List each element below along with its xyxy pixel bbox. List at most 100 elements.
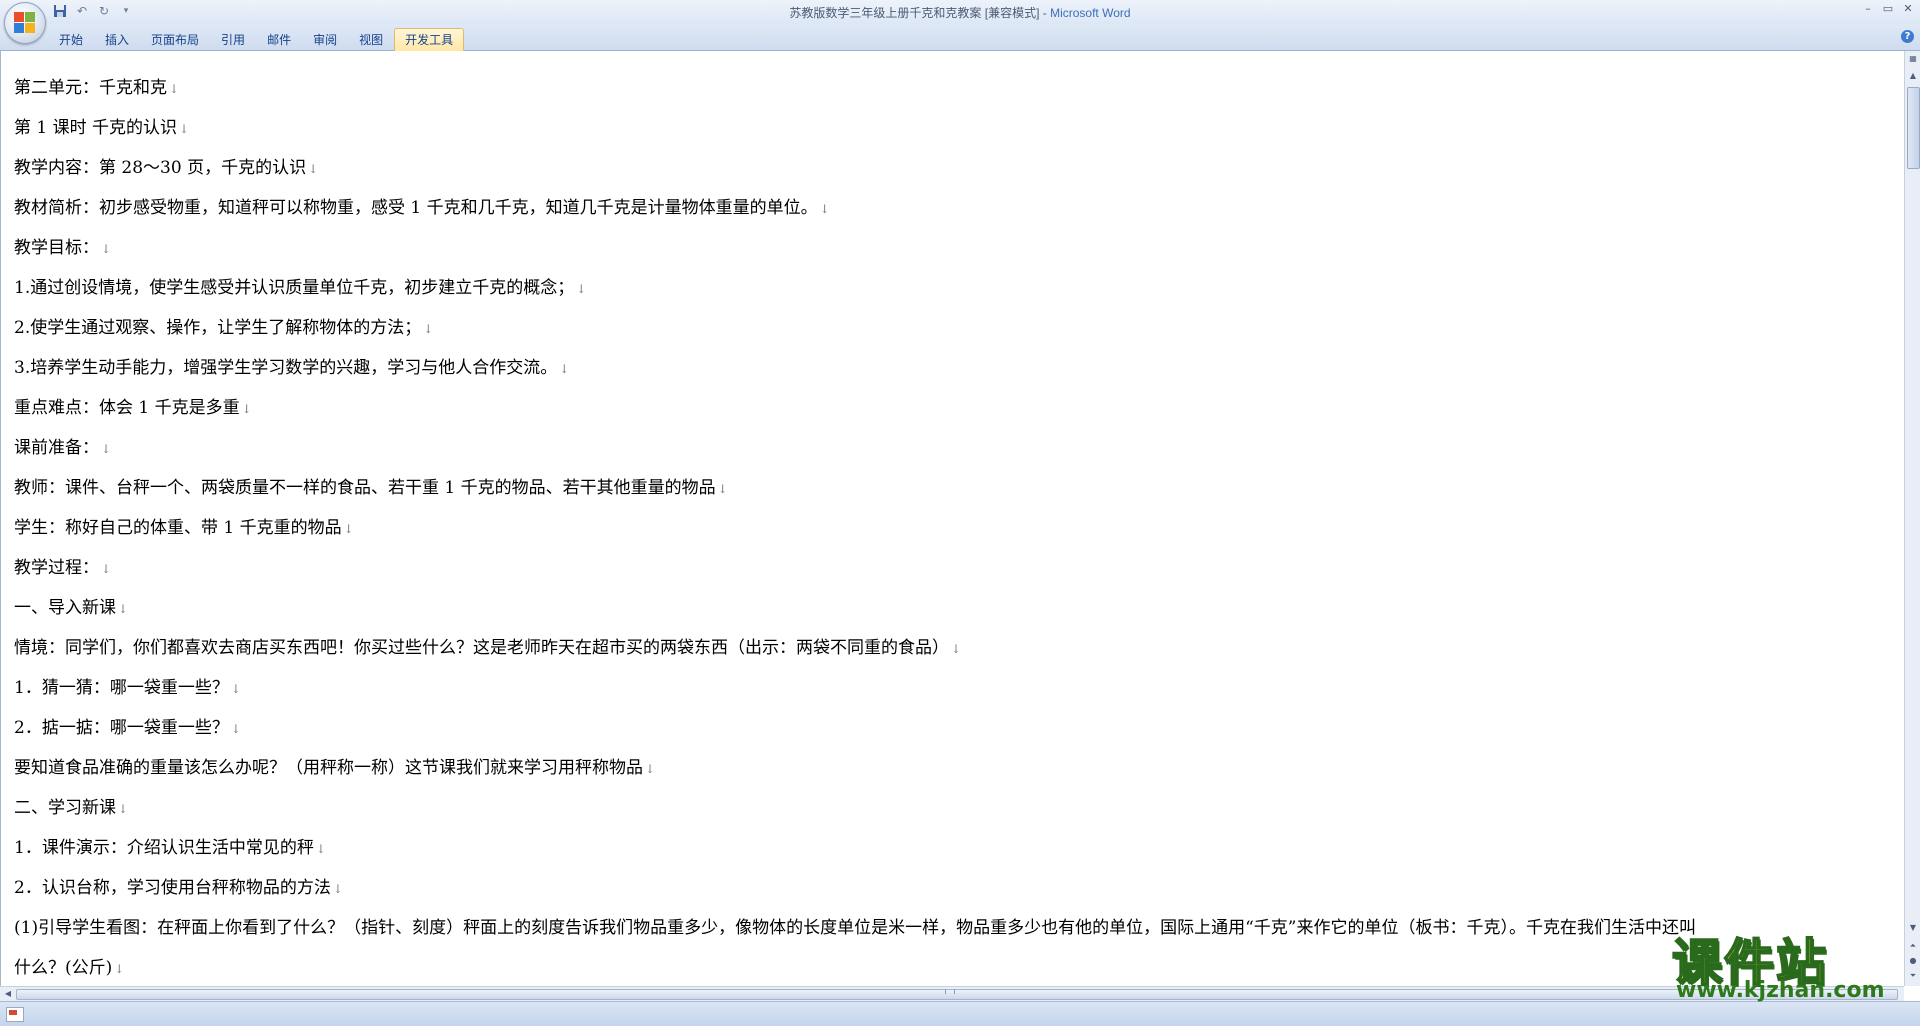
line-text: 教学目标： — [14, 238, 99, 258]
watermark-logo: 课件站 www.kjzhan.com — [1668, 923, 1900, 1003]
paragraph-mark-icon: ↓ — [559, 362, 570, 376]
vertical-scrollbar[interactable]: ▦ ▲ ▼ ⏶ ● ⏷ — [1904, 51, 1920, 986]
office-logo-icon — [14, 12, 36, 34]
tab-mailings[interactable]: 邮件 — [256, 28, 302, 52]
document-line: 2．认识台称，学习使用台秤称物品的方法 ↓ — [14, 873, 343, 898]
paragraph-mark-icon: ↓ — [315, 842, 326, 856]
window-title: 苏教版数学三年级上册千克和克教案 [兼容模式] - Microsoft Word — [789, 6, 1131, 20]
tab-developer[interactable]: 开发工具 — [394, 28, 465, 52]
document-line: 1.通过创设情境，使学生感受并认识质量单位千克，初步建立千克的概念； ↓ — [14, 273, 586, 298]
document-line: 课前准备： ↓ — [14, 433, 111, 458]
paragraph-mark-icon: ↓ — [576, 282, 587, 296]
line-text: 教学过程： — [14, 558, 99, 578]
paragraph-mark-icon: ↓ — [230, 682, 241, 696]
line-text: 1.通过创设情境，使学生感受并认识质量单位千克，初步建立千克的概念； — [14, 278, 575, 298]
help-icon[interactable]: ? — [1901, 30, 1914, 43]
ruler-toggle-icon[interactable]: ▦ — [1906, 52, 1920, 66]
paragraph-mark-icon: ↓ — [118, 802, 129, 816]
line-text: 第二单元：千克和克 — [14, 78, 167, 98]
document-line: 3.培养学生动手能力，增强学生学习数学的兴趣，学习与他人合作交流。 ↓ — [14, 353, 569, 378]
horizontal-scroll-thumb[interactable] — [16, 989, 1898, 1000]
office-button[interactable] — [4, 2, 46, 44]
document-line: 1．猜一猜：哪一袋重一些？ ↓ — [14, 673, 241, 698]
line-text: 课前准备： — [14, 438, 99, 458]
paragraph-mark-icon: ↓ — [819, 202, 830, 216]
line-text: 2.使学生通过观察、操作，让学生了解称物体的方法； — [14, 318, 422, 338]
paragraph-mark-icon: ↓ — [332, 882, 343, 896]
tab-review[interactable]: 审阅 — [302, 28, 348, 52]
document-line: 教材简析：初步感受物重，知道秤可以称物重，感受 1 千克和几千克，知道几千克是计… — [14, 193, 830, 218]
tab-view[interactable]: 视图 — [348, 28, 394, 52]
previous-page-icon[interactable]: ⏶ — [1906, 939, 1920, 953]
paragraph-mark-icon: ↓ — [230, 722, 241, 736]
scroll-left-icon[interactable]: ◀ — [1, 987, 15, 1001]
watermark-url: www.kjzhan.com — [1676, 978, 1885, 1003]
select-browse-object-icon[interactable]: ● — [1906, 954, 1920, 968]
tab-home[interactable]: 开始 — [48, 28, 94, 52]
tab-page-layout[interactable]: 页面布局 — [140, 28, 210, 52]
paragraph-mark-icon: ↓ — [423, 322, 434, 336]
close-button[interactable]: ✕ — [1900, 2, 1916, 16]
line-text: 3.培养学生动手能力，增强学生学习数学的兴趣，学习与他人合作交流。 — [14, 358, 558, 378]
document-line: 情境：同学们，你们都喜欢去商店买东西吧！你买过些什么？这是老师昨天在超市买的两袋… — [14, 633, 961, 658]
line-text: 情境：同学们，你们都喜欢去商店买东西吧！你买过些什么？这是老师昨天在超市买的两袋… — [14, 638, 949, 658]
line-text: 什么？(公斤) — [14, 958, 113, 978]
paragraph-mark-icon: ↓ — [114, 962, 125, 976]
ribbon: 开始 插入 页面布局 引用 邮件 审阅 视图 开发工具 ? — [0, 24, 1920, 52]
scroll-down-icon[interactable]: ▼ — [1906, 921, 1920, 935]
line-text: 教材简析：初步感受物重，知道秤可以称物重，感受 1 千克和几千克，知道几千克是计… — [14, 198, 818, 218]
line-text: 第 1 课时 千克的认识 — [14, 118, 178, 138]
line-text: 教学内容：第 28～30 页，千克的认识 — [14, 158, 307, 178]
document-line: 教师：课件、台秤一个、两袋质量不一样的食品、若干重 1 千克的物品、若干其他重量… — [14, 473, 728, 498]
paragraph-mark-icon: ↓ — [101, 242, 112, 256]
status-bar — [0, 1001, 1920, 1026]
vertical-scroll-thumb[interactable] — [1907, 87, 1920, 169]
tab-references[interactable]: 引用 — [210, 28, 256, 52]
horizontal-scrollbar[interactable]: ◀ — [0, 986, 1904, 1001]
paragraph-mark-icon: ↓ — [343, 522, 354, 536]
line-text: 1．猜一猜：哪一袋重一些？ — [14, 678, 229, 698]
line-text: 一、导入新课 — [14, 598, 116, 618]
document-line: 二、学习新课 ↓ — [14, 793, 128, 818]
title-bar: ↶ ↻ ▾ 苏教版数学三年级上册千克和克教案 [兼容模式] - Microsof… — [0, 0, 1920, 25]
paragraph-mark-icon: ↓ — [101, 442, 112, 456]
paragraph-mark-icon: ↓ — [118, 602, 129, 616]
ribbon-tabs: 开始 插入 页面布局 引用 邮件 审阅 视图 开发工具 — [48, 28, 465, 52]
line-text: 1．课件演示：介绍认识生活中常见的秤 — [14, 838, 314, 858]
line-text: 教师：课件、台秤一个、两袋质量不一样的食品、若干重 1 千克的物品、若干其他重量… — [14, 478, 716, 498]
line-text: 二、学习新课 — [14, 798, 116, 818]
restore-button[interactable]: ▭ — [1880, 2, 1896, 16]
line-text: 学生：称好自己的体重、带 1 千克重的物品 — [14, 518, 342, 538]
macro-recording-icon[interactable] — [6, 1007, 24, 1022]
line-text: 2．掂一掂：哪一袋重一些？ — [14, 718, 229, 738]
document-line: 什么？(公斤) ↓ — [14, 953, 124, 978]
tab-insert[interactable]: 插入 — [94, 28, 140, 52]
scroll-up-icon[interactable]: ▲ — [1906, 69, 1920, 83]
paragraph-mark-icon: ↓ — [241, 402, 252, 416]
paragraph-mark-icon: ↓ — [951, 642, 962, 656]
document-line: 重点难点：体会 1 千克是多重 ↓ — [14, 393, 252, 418]
document-line: 学生：称好自己的体重、带 1 千克重的物品 ↓ — [14, 513, 354, 538]
paragraph-mark-icon: ↓ — [101, 562, 112, 576]
document-area[interactable]: 第二单元：千克和克 ↓ 第 1 课时 千克的认识 ↓ 教学内容：第 28～30 页，千克… — [0, 51, 1905, 986]
document-line: 1．课件演示：介绍认识生活中常见的秤 ↓ — [14, 833, 326, 858]
document-line: 第二单元：千克和克 ↓ — [14, 73, 179, 98]
document-line: (1)引导学生看图：在秤面上你看到了什么？（指针、刻度）秤面上的刻度告诉我们物品… — [14, 913, 1696, 938]
window-controls: – ▭ ✕ — [1860, 2, 1916, 16]
minimize-button[interactable]: – — [1860, 2, 1876, 16]
document-line: 教学内容：第 28～30 页，千克的认识 ↓ — [14, 153, 318, 178]
paragraph-mark-icon: ↓ — [717, 482, 728, 496]
document-line: 2．掂一掂：哪一袋重一些？ ↓ — [14, 713, 241, 738]
paragraph-mark-icon: ↓ — [169, 82, 180, 96]
line-text: 要知道食品准确的重量该怎么办呢？（用秤称一称）这节课我们就来学习用秤称物品 — [14, 758, 643, 778]
line-text: (1)引导学生看图：在秤面上你看到了什么？（指针、刻度）秤面上的刻度告诉我们物品… — [14, 918, 1696, 938]
document-line: 第 1 课时 千克的认识 ↓ — [14, 113, 189, 138]
next-page-icon[interactable]: ⏷ — [1906, 969, 1920, 983]
document-line: 2.使学生通过观察、操作，让学生了解称物体的方法； ↓ — [14, 313, 433, 338]
paragraph-mark-icon: ↓ — [308, 162, 319, 176]
line-text: 2．认识台称，学习使用台秤称物品的方法 — [14, 878, 331, 898]
document-line: 要知道食品准确的重量该怎么办呢？（用秤称一称）这节课我们就来学习用秤称物品 ↓ — [14, 753, 655, 778]
document-line: 教学过程： ↓ — [14, 553, 111, 578]
line-text: 重点难点：体会 1 千克是多重 — [14, 398, 240, 418]
document-line: 一、导入新课 ↓ — [14, 593, 128, 618]
